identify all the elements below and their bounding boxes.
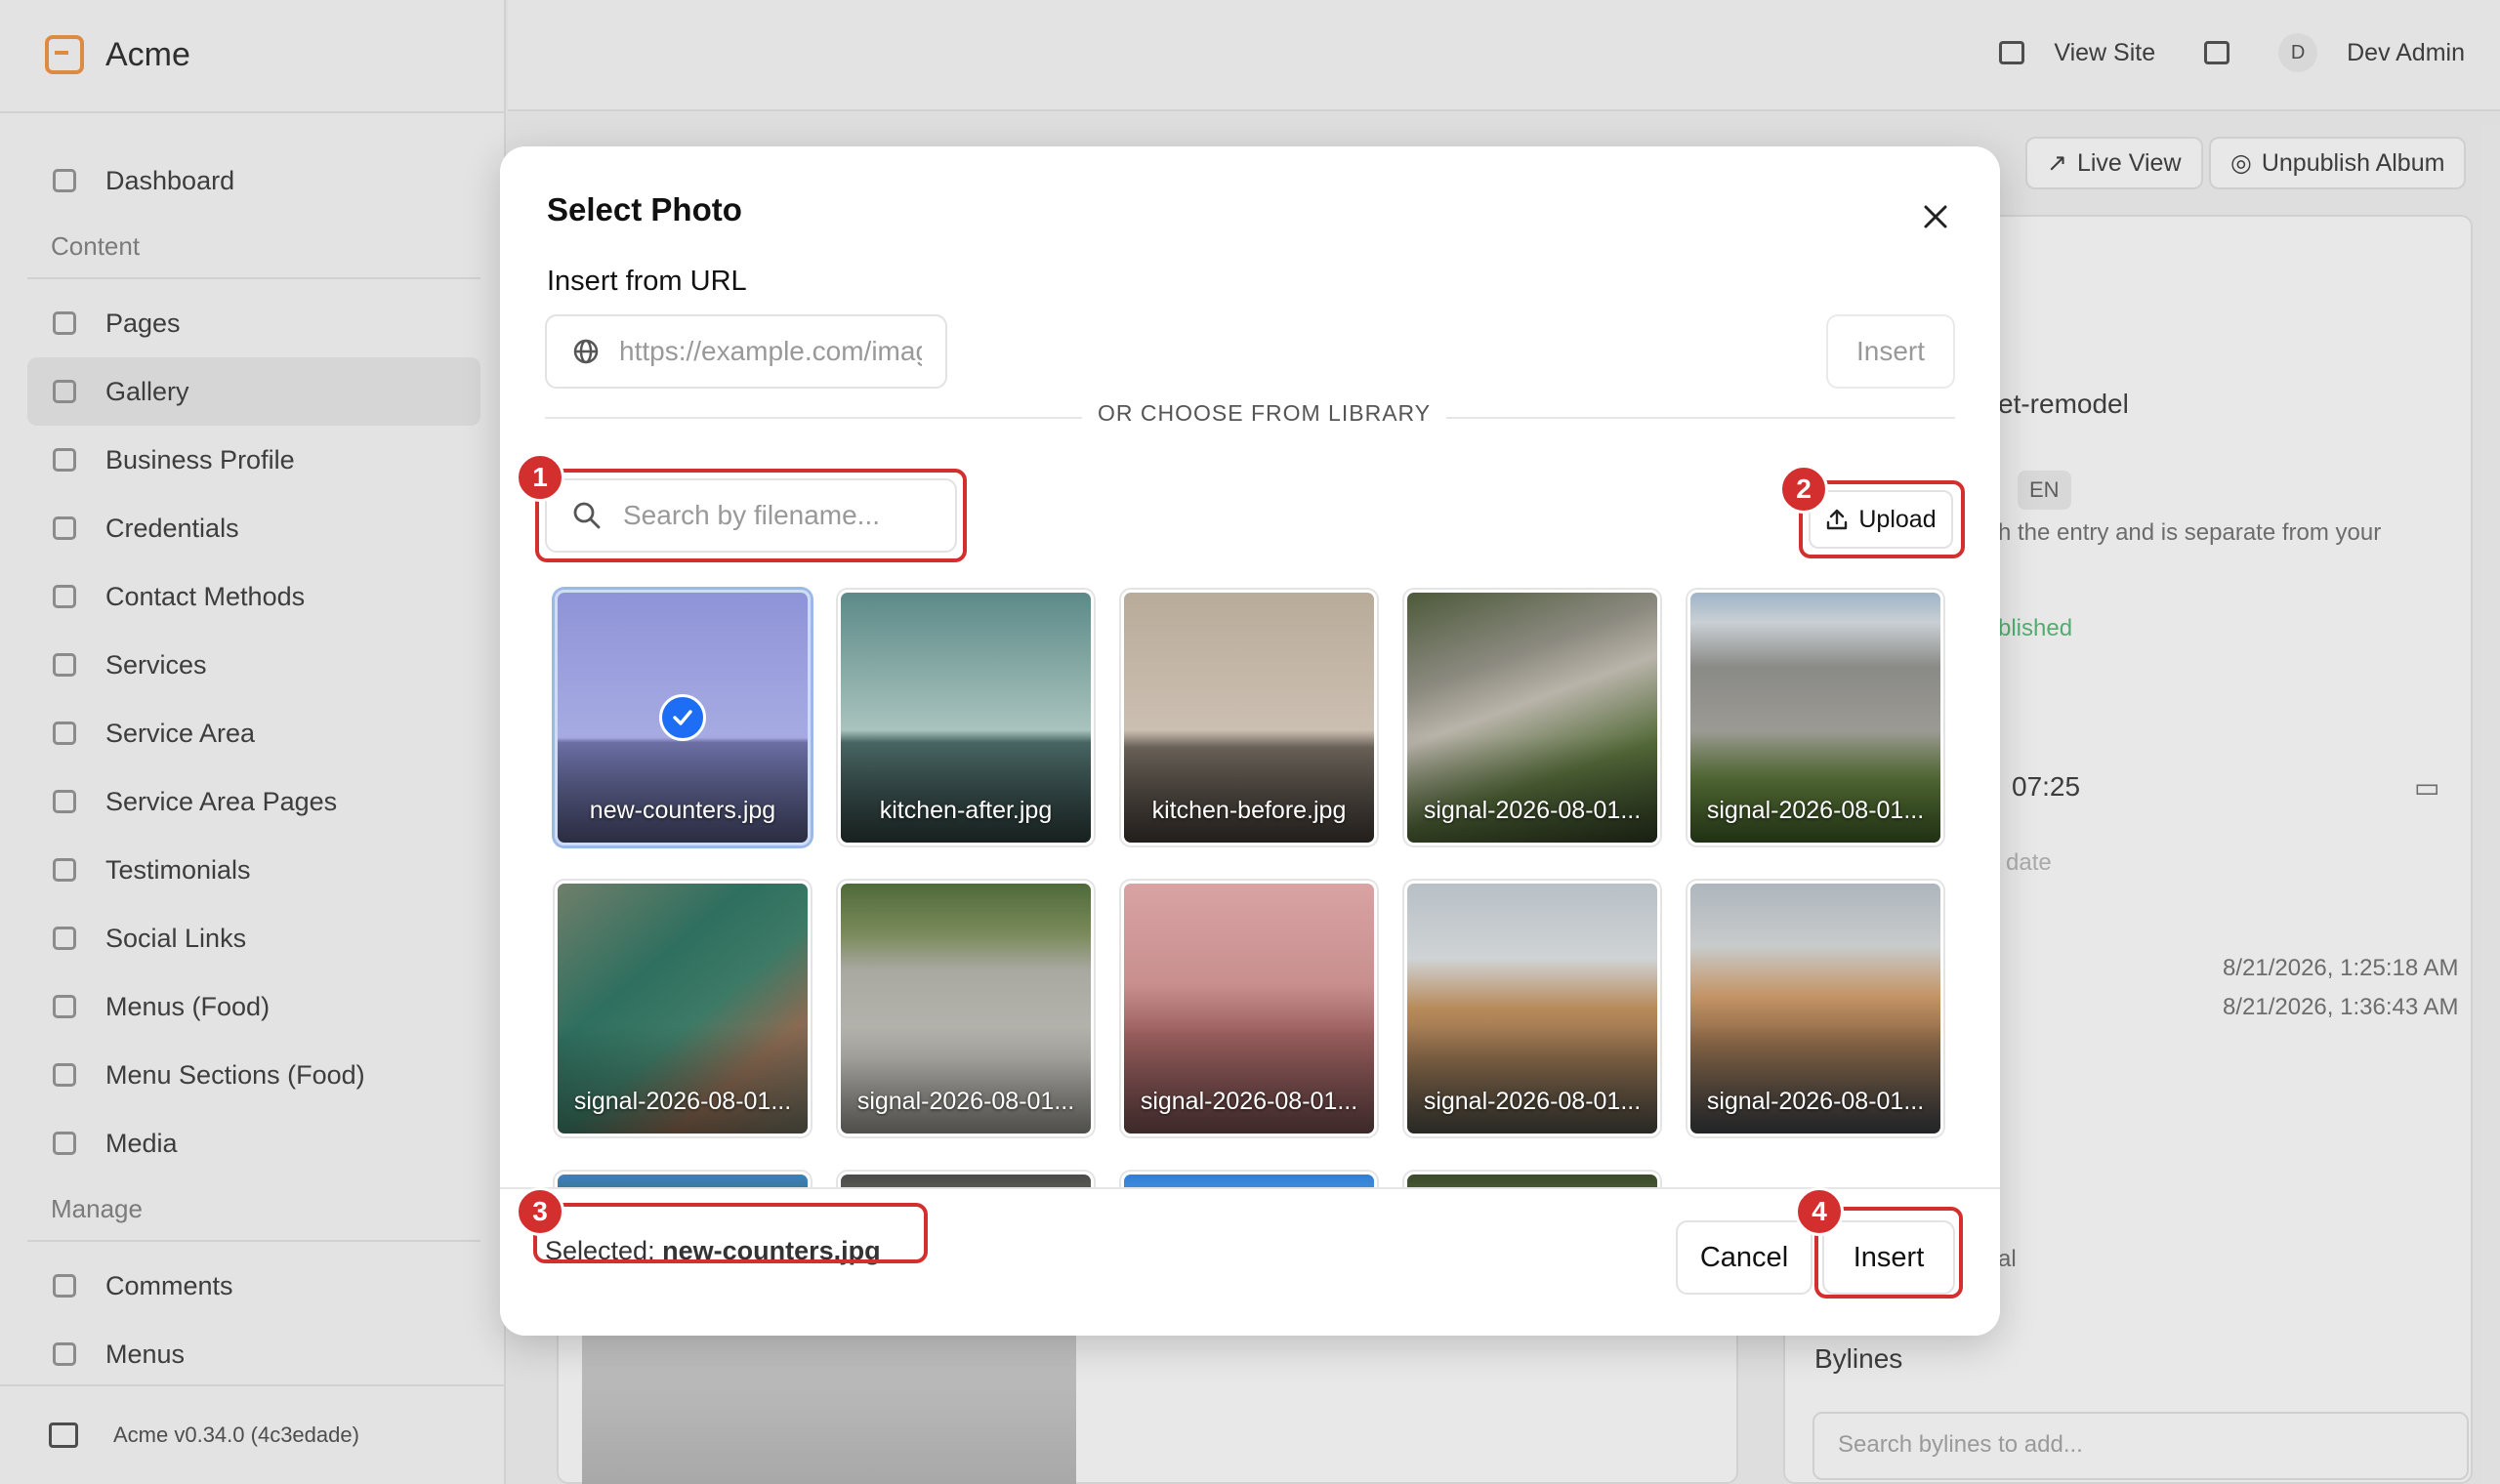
tile-shade — [1407, 735, 1657, 843]
photo-tile-signal[interactable]: signal-2026-08-01... — [1404, 881, 1660, 1136]
annotation-badge: 3 — [516, 1187, 564, 1236]
photo-tile-signal[interactable]: signal-2026-08-01... — [838, 881, 1094, 1136]
url-input[interactable] — [619, 336, 922, 367]
photo-name: signal-2026-08-01... — [856, 1088, 1075, 1115]
tile-shade — [1690, 1026, 1940, 1134]
globe-icon — [573, 339, 599, 364]
selected-file-name: new-counters.jpg — [662, 1236, 881, 1265]
photo-tile-new-counters[interactable]: new-counters.jpg — [555, 590, 811, 845]
tile-shade — [1690, 735, 1940, 843]
close-icon — [1924, 205, 1947, 228]
photo-name: kitchen-before.jpg — [1151, 797, 1347, 824]
photo-name: signal-2026-08-01... — [573, 1088, 792, 1115]
upload-button[interactable]: Upload — [1809, 490, 1953, 549]
url-insert-button[interactable]: Insert — [1826, 314, 1955, 389]
photo-name: signal-2026-08-01... — [1706, 1088, 1925, 1115]
photo-name: signal-2026-08-01... — [1706, 797, 1925, 824]
photo-tile-kitchen-after[interactable]: kitchen-after.jpg — [838, 590, 1094, 845]
library-divider-label: OR CHOOSE FROM LIBRARY — [1082, 400, 1447, 427]
photo-tile-signal[interactable]: signal-2026-08-01... — [1404, 590, 1660, 845]
url-field — [545, 314, 947, 389]
dialog-footer: Selected: new-counters.jpg Cancel Insert — [500, 1187, 2000, 1336]
upload-icon — [1827, 509, 1848, 530]
photo-tile-kitchen-before[interactable]: kitchen-before.jpg — [1121, 590, 1377, 845]
photo-name: new-counters.jpg — [589, 797, 776, 824]
annotation-badge: 1 — [516, 453, 564, 502]
insert-button[interactable]: Insert — [1822, 1220, 1955, 1295]
tile-shade — [841, 735, 1091, 843]
tile-shade — [1124, 735, 1374, 843]
photo-tile-signal[interactable]: signal-2026-08-01... — [1688, 590, 1943, 845]
dialog-title: Select Photo — [547, 191, 742, 227]
close-button[interactable] — [1914, 195, 1957, 238]
tile-shade — [841, 1026, 1091, 1134]
selected-prefix: Selected: — [545, 1236, 663, 1265]
check-icon — [659, 694, 706, 741]
search-input[interactable] — [623, 500, 945, 531]
tile-shade — [1124, 1026, 1374, 1134]
url-label: Insert from URL — [547, 266, 747, 297]
photo-name: signal-2026-08-01... — [1423, 1088, 1642, 1115]
tile-shade — [558, 1026, 808, 1134]
photo-tile-signal[interactable]: signal-2026-08-01... — [1121, 881, 1377, 1136]
cancel-button[interactable]: Cancel — [1676, 1220, 1812, 1295]
annotation-badge: 4 — [1795, 1187, 1844, 1236]
tile-shade — [1407, 1026, 1657, 1134]
annotation-badge: 2 — [1779, 465, 1828, 514]
select-photo-dialog: Select Photo Insert from URL Insert OR C… — [500, 146, 2000, 1336]
search-icon — [573, 502, 601, 529]
photo-name: kitchen-after.jpg — [879, 797, 1053, 824]
photo-tile-signal[interactable]: signal-2026-08-01... — [555, 881, 811, 1136]
tile-shade — [558, 735, 808, 843]
upload-label: Upload — [1858, 505, 1937, 533]
photo-name: signal-2026-08-01... — [1423, 797, 1642, 824]
photo-name: signal-2026-08-01... — [1140, 1088, 1358, 1115]
selected-file-text: Selected: new-counters.jpg — [545, 1236, 881, 1266]
photo-tile-signal[interactable]: signal-2026-08-01... — [1688, 881, 1943, 1136]
search-field — [545, 478, 957, 553]
